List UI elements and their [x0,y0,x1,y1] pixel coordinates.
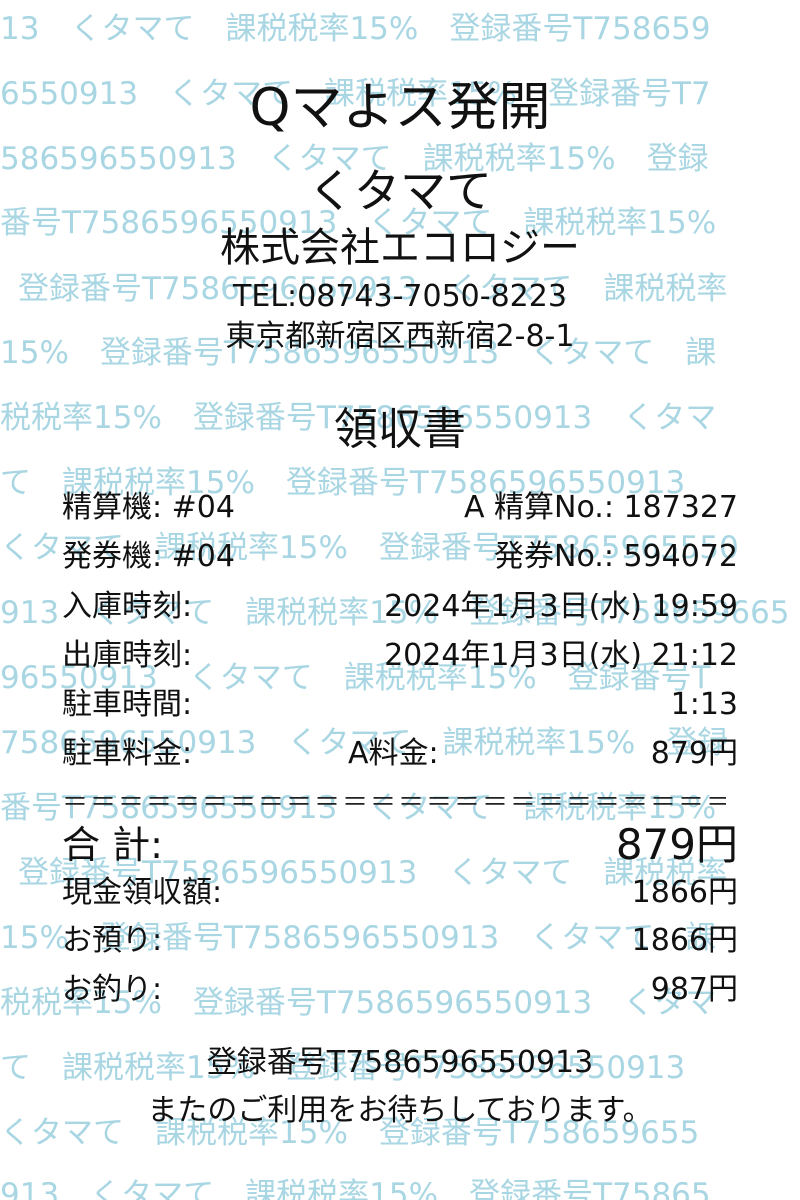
machine-number: A 精算No.: 187327 [463,490,738,525]
entry-time-label: 入庫時刻: [62,589,193,624]
divider-line: ＝＝＝＝＝＝＝＝＝＝＝＝＝＝＝＝＝＝＝＝＝＝＝＝＝＝＝＝ [62,788,726,818]
change-row: お釣り: 987円 [62,970,738,1010]
parking-fee-label: 駐車料金: [62,736,193,771]
duration-value: 1:13 [670,687,738,722]
parking-fee-row: 駐車料金: A料金: 879円 [62,734,738,774]
machine-row: 精算機: #04 A 精算No.: 187327 [62,488,738,528]
deposit-label: お預り: [62,923,163,958]
total-value: 879円 [615,820,738,869]
ticket-number: 発券No.: 594072 [494,539,738,574]
brand-name: くタマて [308,164,492,218]
registration-number: 登録番号T7586596550913 [206,1045,594,1080]
parking-receipt: Qマよス発開 くタマて 株式会社エコロジー TEL:08743-7050-822… [0,0,800,1200]
deposit-value: 1866円 [631,923,738,958]
change-value: 987円 [650,972,738,1007]
fee-type-label: A料金: [348,736,439,771]
change-label: お釣り: [62,972,163,1007]
duration-label: 駐車時間: [62,687,193,722]
cash-received-label: 現金領収額: [62,875,223,910]
parking-fee-value: 879円 [650,736,738,771]
duration-row: 駐車時間: 1:13 [62,685,738,725]
exit-time-row: 出庫時刻: 2024年1月3日(水) 21:12 [62,636,738,676]
company-name: 株式会社エコロジー [220,225,580,271]
ticket-label: 発券機: #04 [62,539,235,574]
address: 東京都新宿区西新宿2-8-1 [225,319,575,354]
cash-received-row: 現金領収額: 1866円 [62,873,738,913]
thank-you-message: またのご利用をお待ちしております。 [147,1093,653,1128]
entry-time-row: 入庫時刻: 2024年1月3日(水) 19:59 [62,587,738,627]
deposit-row: お預り: 1866円 [62,921,738,961]
total-label: 合 計: [62,823,163,867]
total-row: 合 計: 879円 [62,820,738,870]
entry-time-value: 2024年1月3日(水) 19:59 [384,589,738,624]
exit-time-value: 2024年1月3日(水) 21:12 [384,638,738,673]
store-name: Qマよス発開 [249,78,551,138]
machine-label: 精算機: #04 [62,490,235,525]
phone-number: TEL:08743-7050-8223 [233,279,567,314]
ticket-row: 発券機: #04 発券No.: 594072 [62,537,738,577]
cash-received-value: 1866円 [631,875,738,910]
receipt-title: 領収書 [334,404,466,455]
exit-time-label: 出庫時刻: [62,638,193,673]
